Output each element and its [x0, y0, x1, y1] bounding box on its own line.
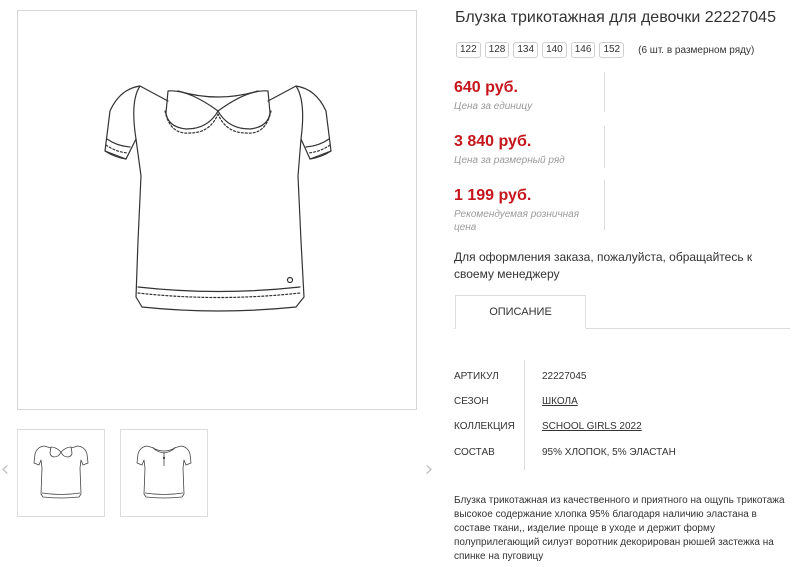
size-chip-146[interactable]: 146: [570, 42, 596, 58]
attribute-row-composition: СОСТАВ 95% ХЛОПОК, 5% ЭЛАСТАН: [454, 442, 790, 464]
attribute-value: SCHOOL GIRLS 2022: [542, 416, 642, 438]
attribute-row-article: АРТИКУЛ 22227045: [454, 366, 790, 388]
retail-price-label: Рекомендуемая розничная цена: [454, 209, 580, 233]
attribute-row-collection: КОЛЛЕКЦИЯ SCHOOL GIRLS 2022: [454, 416, 790, 438]
size-chip-122[interactable]: 122: [456, 42, 481, 58]
attribute-key: СОСТАВ: [454, 447, 495, 458]
attribute-key: СЕЗОН: [454, 396, 489, 407]
attribute-row-season: СЕЗОН ШКОЛА: [454, 391, 790, 413]
unit-price-block: 640 руб. Цена за единицу: [454, 79, 604, 113]
chevron-right-icon[interactable]: ›: [422, 458, 436, 482]
size-chip-152[interactable]: 152: [599, 42, 625, 58]
size-chip-140[interactable]: 140: [542, 42, 567, 58]
sizes-note: (6 шт. в размерном ряду): [638, 44, 755, 56]
attribute-value: ШКОЛА: [542, 391, 578, 413]
blouse-front-thumb-drawing: [33, 445, 89, 499]
unit-price-label: Цена за единицу: [454, 101, 533, 112]
price-divider: [604, 126, 605, 168]
attribute-key: КОЛЛЕКЦИЯ: [454, 421, 515, 432]
attribute-key: АРТИКУЛ: [454, 371, 499, 382]
price-divider: [604, 72, 605, 112]
tab-description[interactable]: ОПИСАНИЕ: [455, 295, 586, 329]
product-description: Блузка трикотажная из качественного и пр…: [454, 495, 785, 562]
range-price-label: Цена за размерный ряд: [454, 155, 565, 166]
season-link[interactable]: ШКОЛА: [542, 396, 578, 407]
blouse-front-drawing: [104, 85, 332, 312]
product-title: Блузка трикотажная для девочки 22227045: [455, 9, 776, 26]
unit-price: 640 руб.: [454, 79, 518, 96]
size-range: 122 128 134 140 146 152 (6 шт. в размерн…: [456, 42, 754, 58]
attribute-value: 22227045: [542, 371, 587, 382]
thumbnail-front[interactable]: [17, 429, 105, 517]
price-divider: [604, 180, 605, 230]
chevron-left-icon[interactable]: ‹: [0, 458, 12, 482]
size-chip-128[interactable]: 128: [484, 42, 510, 58]
order-contact-note: Для оформления заказа, пожалуйста, обращ…: [454, 250, 753, 281]
retail-price-block: 1 199 руб. Рекомендуемая розничная цена: [454, 187, 594, 234]
thumbnail-back[interactable]: [120, 429, 208, 517]
size-chip-134[interactable]: 134: [513, 42, 539, 58]
range-price-block: 3 840 руб. Цена за размерный ряд: [454, 133, 604, 167]
attribute-value: 95% ХЛОПОК, 5% ЭЛАСТАН: [542, 447, 676, 458]
blouse-back-thumb-drawing: [136, 445, 192, 499]
range-price: 3 840 руб.: [454, 133, 532, 150]
product-main-image[interactable]: [17, 10, 417, 410]
collection-link[interactable]: SCHOOL GIRLS 2022: [542, 421, 642, 432]
retail-price: 1 199 руб.: [454, 187, 532, 204]
